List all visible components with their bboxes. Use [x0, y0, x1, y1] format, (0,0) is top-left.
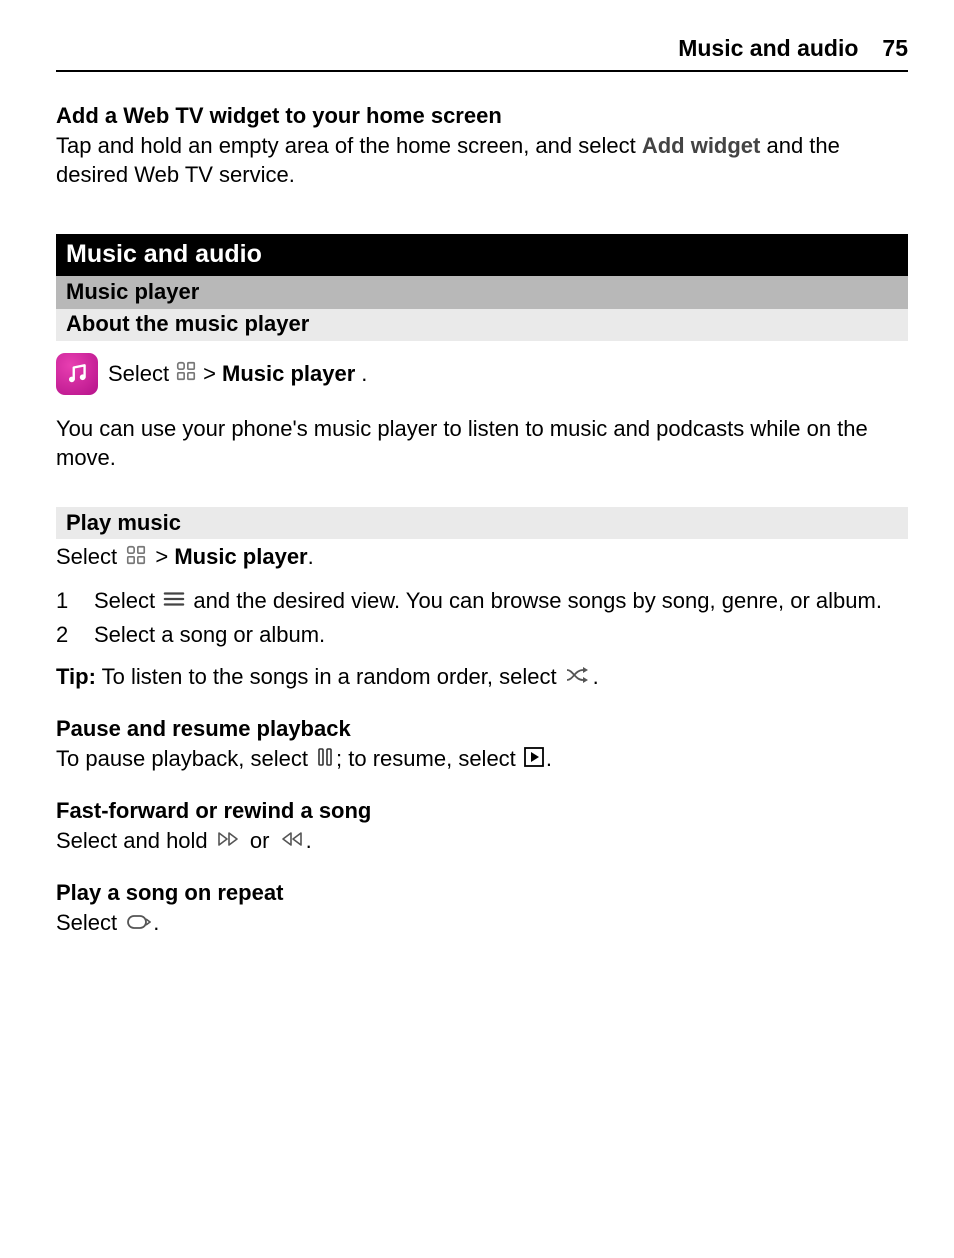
tip-label: Tip: [56, 664, 96, 689]
block-pause-resume: Pause and resume playback To pause playb… [56, 715, 908, 775]
text-select: Select [108, 360, 169, 389]
text-gt: > [149, 544, 174, 569]
text: Select [56, 910, 123, 935]
header-title: Music and audio [678, 34, 858, 64]
section-heading-add-widget: Add a Web TV widget to your home screen [56, 102, 908, 131]
paragraph-ff-rewind: Select and hold or . [56, 827, 908, 856]
subsubsection-bar-about: About the music player [56, 309, 908, 342]
text-dot: . [546, 746, 552, 771]
text-or: or [244, 828, 276, 853]
play-icon [524, 746, 544, 775]
text-dot: . [306, 828, 312, 853]
menu-grid-icon [125, 544, 147, 574]
header-page-number: 75 [882, 34, 908, 64]
list-item: 2 Select a song or album. [56, 621, 908, 650]
fast-forward-icon [216, 828, 242, 857]
heading-repeat: Play a song on repeat [56, 879, 908, 908]
page-header: Music and audio 75 [56, 34, 908, 72]
list-number: 1 [56, 587, 74, 616]
paragraph-pause-resume: To pause playback, select ; to resume, s… [56, 745, 908, 774]
paragraph-add-widget: Tap and hold an empty area of the home s… [56, 132, 908, 189]
shuffle-icon [565, 664, 591, 693]
text: Select and hold [56, 828, 214, 853]
list-text: Select a song or album. [94, 621, 325, 650]
subsubsection-bar-play-music: Play music [56, 507, 908, 540]
text-select: Select [56, 544, 123, 569]
block-repeat: Play a song on repeat Select . [56, 879, 908, 939]
list-item: 1 Select and the desired view. You can b… [56, 587, 908, 616]
text: Select [94, 588, 161, 613]
document-page: Music and audio 75 Add a Web TV widget t… [0, 0, 954, 985]
pause-icon [316, 746, 334, 775]
repeat-icon [125, 910, 151, 939]
bold-music-player: Music player [174, 544, 307, 569]
paragraph-about-music-player: You can use your phone's music player to… [56, 415, 908, 472]
text: Tap and hold an empty area of the home s… [56, 133, 642, 158]
bold-music-player: Music player [222, 360, 355, 389]
select-line-play-music: Select > Music player. [56, 543, 908, 573]
heading-ff-rewind: Fast-forward or rewind a song [56, 797, 908, 826]
block-ff-rewind: Fast-forward or rewind a song Select and… [56, 797, 908, 857]
text: To pause playback, select [56, 746, 314, 771]
list-number: 2 [56, 621, 74, 650]
text: and the desired view. You can browse son… [187, 588, 882, 613]
rewind-icon [278, 828, 304, 857]
paragraph-repeat: Select . [56, 909, 908, 938]
bold-add-widget: Add widget [642, 133, 761, 158]
text: ; to resume, select [336, 746, 522, 771]
music-note-app-icon [56, 353, 98, 395]
section-bar-music-audio: Music and audio [56, 234, 908, 277]
tip-paragraph: Tip: To listen to the songs in a random … [56, 663, 908, 692]
text-dot: . [308, 544, 314, 569]
text-dot: . [361, 360, 367, 389]
text-dot: . [593, 664, 599, 689]
ordered-list: 1 Select and the desired view. You can b… [56, 587, 908, 649]
list-text: Select and the desired view. You can bro… [94, 587, 882, 616]
text-gt: > [203, 360, 216, 389]
list-lines-icon [163, 588, 185, 617]
subsection-bar-music-player: Music player [56, 276, 908, 309]
heading-pause-resume: Pause and resume playback [56, 715, 908, 744]
text-dot: . [153, 910, 159, 935]
select-music-player-line: Select > Music player. [56, 353, 908, 395]
text: To listen to the songs in a random order… [96, 664, 563, 689]
menu-grid-icon [175, 360, 197, 390]
